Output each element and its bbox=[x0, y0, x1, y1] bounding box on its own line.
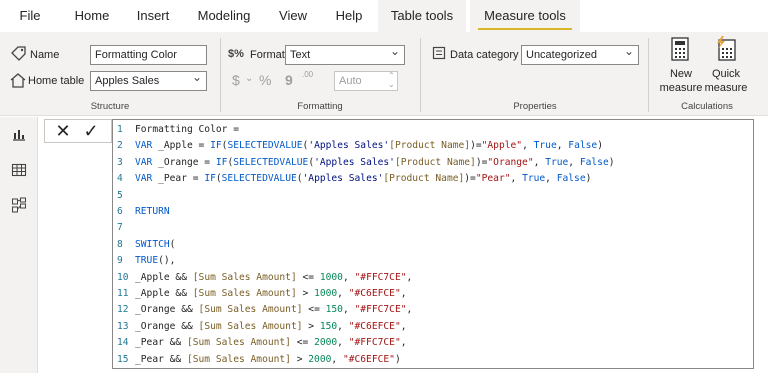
format-select[interactable]: Text bbox=[285, 45, 405, 65]
menu-help[interactable]: Help bbox=[326, 0, 372, 32]
quick-measure-icon bbox=[717, 36, 736, 61]
code-text: _Apple && [Sum Sales Amount] > 1000, "#C… bbox=[135, 288, 407, 299]
name-label: Name bbox=[30, 49, 60, 61]
calculations-group-label: Calculations bbox=[681, 101, 733, 112]
data-category-select[interactable]: Uncategorized bbox=[521, 45, 639, 65]
quick-measure-label-2: measure bbox=[704, 82, 748, 94]
quick-measure-label-1: Quick bbox=[711, 68, 741, 80]
code-text: VAR _Orange = IF(SELECTEDVALUE('Apples S… bbox=[135, 156, 615, 168]
line-number: 5 bbox=[117, 189, 123, 201]
tag-icon bbox=[11, 46, 26, 61]
format-label: Format bbox=[250, 49, 285, 61]
name-input[interactable]: Formatting Color bbox=[90, 45, 207, 65]
code-text: RETURN bbox=[135, 206, 170, 217]
line-number: 8 bbox=[117, 238, 123, 250]
structure-group-label: Structure bbox=[90, 101, 130, 112]
ribbon-separator bbox=[648, 38, 649, 112]
cancel-formula-button[interactable]: ✕ bbox=[53, 120, 73, 142]
line-number: 13 bbox=[117, 320, 129, 332]
menu-insert[interactable]: Insert bbox=[126, 0, 180, 32]
report-view-icon[interactable] bbox=[11, 126, 27, 142]
line-number: 1 bbox=[117, 124, 123, 135]
code-text: VAR _Apple = IF(SELECTEDVALUE('Apples Sa… bbox=[135, 140, 603, 152]
data-category-icon bbox=[432, 46, 446, 60]
line-number: 6 bbox=[117, 206, 123, 217]
formatting-group-label: Formatting bbox=[297, 101, 343, 112]
menu-measure-tools[interactable]: Measure tools bbox=[470, 0, 580, 32]
line-number: 2 bbox=[117, 140, 123, 152]
model-view-icon[interactable] bbox=[11, 197, 27, 213]
menu-table-tools[interactable]: Table tools bbox=[378, 0, 466, 32]
calculator-icon bbox=[671, 37, 689, 61]
decimal-label: .00 bbox=[302, 70, 314, 79]
code-text: _Orange && [Sum Sales Amount] <= 150, "#… bbox=[135, 304, 413, 316]
code-text: TRUE(), bbox=[135, 255, 176, 267]
menu-home[interactable]: Home bbox=[66, 0, 118, 32]
chevron-down-icon[interactable]: ⌄ bbox=[245, 71, 253, 87]
code-text: _Orange && [Sum Sales Amount] > 150, "#C… bbox=[135, 320, 407, 332]
decimal-icon[interactable]: .00 bbox=[302, 70, 313, 80]
code-text: VAR _Pear = IF(SELECTEDVALUE('Apples Sal… bbox=[135, 173, 592, 185]
new-measure-button[interactable]: New measure bbox=[656, 36, 706, 96]
table-view-icon[interactable] bbox=[11, 162, 27, 178]
ribbon-separator bbox=[220, 38, 221, 112]
line-number: 12 bbox=[117, 304, 129, 316]
menu-view[interactable]: View bbox=[270, 0, 316, 32]
menu-file[interactable]: File bbox=[8, 0, 52, 32]
line-number: 15 bbox=[117, 353, 129, 365]
line-number: 11 bbox=[117, 288, 129, 299]
code-text: _Apple && [Sum Sales Amount] <= 1000, "#… bbox=[135, 271, 413, 283]
menu-bar: File Home Insert Modeling View Help Tabl… bbox=[0, 0, 768, 32]
stepper-icon[interactable]: ⌃ ⌄ bbox=[388, 71, 395, 89]
view-switcher bbox=[0, 117, 38, 373]
line-number: 7 bbox=[117, 222, 123, 234]
commit-formula-button[interactable]: ✓ bbox=[81, 120, 101, 142]
line-number: 9 bbox=[117, 255, 123, 267]
percent-icon[interactable]: % bbox=[259, 72, 271, 88]
code-text: Formatting Color = bbox=[135, 124, 239, 135]
code-text: SWITCH( bbox=[135, 238, 176, 250]
currency-icon[interactable]: $ bbox=[232, 72, 240, 88]
new-measure-label-1: New bbox=[669, 68, 692, 80]
line-number: 10 bbox=[117, 271, 129, 283]
code-text: _Pear && [Sum Sales Amount] <= 2000, "#F… bbox=[135, 337, 407, 349]
menu-modeling[interactable]: Modeling bbox=[188, 0, 260, 32]
code-text: _Pear && [Sum Sales Amount] > 2000, "#C6… bbox=[135, 353, 401, 365]
line-number: 14 bbox=[117, 337, 129, 349]
comma-style-icon[interactable]: 9 bbox=[285, 72, 293, 88]
formula-bar-actions: ✕ ✓ bbox=[44, 119, 112, 143]
dax-editor[interactable]: 1 Formatting Color = 2 VAR _Apple = IF(SELE… bbox=[112, 119, 754, 369]
home-icon bbox=[10, 73, 26, 88]
new-measure-label-2: measure bbox=[659, 82, 703, 94]
format-icon: $% bbox=[228, 48, 244, 60]
home-table-select[interactable]: Apples Sales bbox=[90, 71, 207, 91]
quick-measure-button[interactable]: Quick measure bbox=[702, 36, 750, 96]
ribbon-separator bbox=[420, 38, 421, 112]
data-category-label: Data category bbox=[450, 49, 519, 61]
properties-group-label: Properties bbox=[513, 101, 557, 112]
line-number: 3 bbox=[117, 156, 123, 168]
home-table-label: Home table bbox=[28, 75, 85, 87]
line-number: 4 bbox=[117, 173, 123, 185]
